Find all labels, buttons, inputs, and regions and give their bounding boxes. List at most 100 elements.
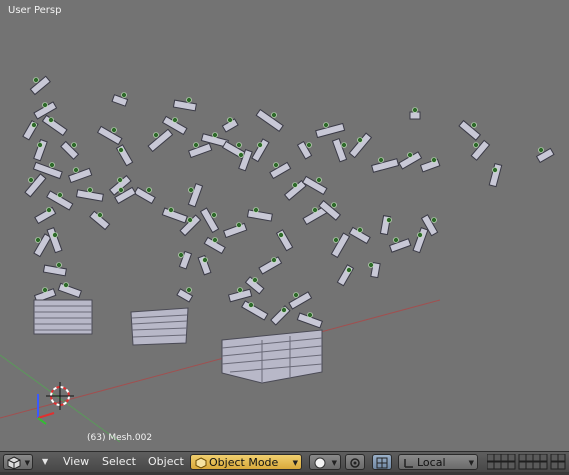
mesh-piece[interactable] bbox=[458, 119, 482, 141]
plant-sprig bbox=[417, 232, 423, 238]
wall-stack-3 bbox=[221, 329, 323, 384]
plant-sprig bbox=[178, 252, 184, 258]
plant-sprig bbox=[271, 257, 277, 263]
mesh-piece[interactable] bbox=[269, 161, 292, 180]
plant-sprig bbox=[341, 142, 347, 148]
plant-sprig bbox=[153, 132, 159, 138]
mesh-piece[interactable] bbox=[258, 256, 283, 275]
mesh-piece[interactable] bbox=[172, 99, 197, 112]
plant-sprig bbox=[188, 187, 194, 193]
plant-sprig bbox=[393, 237, 399, 243]
plant-sprig bbox=[407, 152, 413, 158]
plant-sprig bbox=[333, 237, 339, 243]
plant-sprig bbox=[97, 212, 103, 218]
mesh-piece[interactable] bbox=[275, 229, 294, 252]
plant-sprig bbox=[172, 117, 178, 123]
mesh-piece[interactable] bbox=[241, 300, 269, 321]
mesh-piece[interactable] bbox=[133, 186, 156, 205]
mesh-piece[interactable] bbox=[42, 264, 67, 277]
mesh-piece[interactable] bbox=[348, 132, 373, 159]
mesh-piece[interactable] bbox=[371, 158, 400, 173]
plant-sprig bbox=[248, 302, 254, 308]
mesh-piece[interactable] bbox=[67, 167, 93, 184]
transform-orientation-dropdown[interactable]: Local ▼ bbox=[398, 454, 478, 470]
mesh-piece[interactable] bbox=[222, 222, 248, 239]
plant-sprig bbox=[538, 147, 544, 153]
plant-sprig bbox=[271, 112, 277, 118]
manipulator-toggle[interactable] bbox=[372, 454, 392, 470]
mesh-piece[interactable] bbox=[33, 233, 52, 258]
plant-sprig bbox=[186, 97, 192, 103]
plant-sprig bbox=[378, 157, 384, 163]
plant-sprig bbox=[46, 207, 52, 213]
menu-object[interactable]: Object bbox=[148, 454, 184, 470]
plant-sprig bbox=[187, 217, 193, 223]
3d-viewport[interactable]: User Persp (63) Mesh.002 bbox=[0, 0, 569, 451]
plant-sprig bbox=[193, 142, 199, 148]
plant-sprig bbox=[31, 122, 37, 128]
mesh-piece[interactable] bbox=[34, 206, 57, 225]
mode-dropdown[interactable]: Object Mode ▼ bbox=[190, 454, 302, 470]
plant-sprig bbox=[211, 212, 217, 218]
plant-sprig bbox=[292, 182, 298, 188]
plant-sprig bbox=[431, 157, 437, 163]
plant-sprig bbox=[307, 312, 313, 318]
mode-label: Object Mode bbox=[209, 456, 279, 469]
mesh-piece[interactable] bbox=[57, 282, 83, 299]
mesh-piece[interactable] bbox=[301, 175, 328, 196]
mesh-piece[interactable] bbox=[32, 161, 63, 180]
mesh-piece[interactable] bbox=[331, 137, 348, 163]
plant-sprig bbox=[237, 287, 243, 293]
pivot-point-dropdown[interactable] bbox=[345, 454, 365, 470]
layer-buttons[interactable] bbox=[486, 453, 567, 470]
mesh-piece[interactable] bbox=[246, 209, 273, 222]
orientation-icon bbox=[404, 459, 413, 468]
mesh-piece[interactable] bbox=[412, 227, 429, 254]
plant-sprig bbox=[357, 227, 363, 233]
menu-select[interactable]: Select bbox=[102, 454, 136, 470]
mesh-piece[interactable] bbox=[388, 238, 412, 253]
mesh-piece[interactable] bbox=[270, 305, 291, 326]
mesh-piece[interactable] bbox=[161, 207, 188, 224]
plant-sprig bbox=[35, 237, 41, 243]
header-collapse-arrow[interactable]: ▼ bbox=[42, 454, 52, 470]
menu-view[interactable]: View bbox=[63, 454, 89, 470]
mesh-piece[interactable] bbox=[288, 291, 313, 310]
mesh-piece[interactable] bbox=[187, 182, 204, 208]
plant-sprig bbox=[252, 277, 258, 283]
editor-type-selector[interactable]: ▼ bbox=[3, 454, 33, 470]
plant-sprig bbox=[331, 202, 337, 208]
mesh-piece[interactable] bbox=[115, 144, 134, 167]
mesh-piece[interactable] bbox=[330, 232, 351, 259]
mesh-piece[interactable] bbox=[147, 128, 174, 153]
mesh-piece[interactable] bbox=[41, 114, 68, 137]
mesh-piece[interactable] bbox=[409, 111, 421, 120]
plant-sprig bbox=[117, 177, 123, 183]
layers-grid-icon[interactable] bbox=[486, 453, 567, 470]
viewport-shading-dropdown[interactable]: ▼ bbox=[309, 454, 341, 470]
mesh-piece[interactable] bbox=[96, 125, 123, 146]
mesh-piece[interactable] bbox=[255, 108, 284, 133]
plant-sprig bbox=[56, 262, 62, 268]
mesh-piece[interactable] bbox=[187, 142, 213, 159]
3d-view-icon bbox=[7, 456, 21, 470]
plant-sprig bbox=[238, 152, 244, 158]
plant-sprig bbox=[346, 267, 352, 273]
mesh-piece[interactable] bbox=[315, 122, 346, 139]
plant-sprig bbox=[42, 102, 48, 108]
mesh-piece[interactable] bbox=[199, 207, 220, 234]
mesh-piece[interactable] bbox=[24, 173, 47, 198]
plant-sprig bbox=[49, 162, 55, 168]
plant-sprig bbox=[212, 237, 218, 243]
mesh-piece[interactable] bbox=[419, 158, 441, 173]
plant-sprig bbox=[63, 282, 69, 288]
plant-sprig bbox=[33, 77, 39, 83]
plant-sprig bbox=[212, 132, 218, 138]
plant-sprig bbox=[57, 192, 63, 198]
plant-sprig bbox=[118, 147, 124, 153]
mesh-piece[interactable] bbox=[488, 162, 503, 188]
scene-canvas[interactable] bbox=[0, 0, 569, 451]
orientation-label: Local bbox=[417, 456, 446, 469]
plant-sprig bbox=[492, 167, 498, 173]
mesh-piece[interactable] bbox=[336, 264, 355, 287]
